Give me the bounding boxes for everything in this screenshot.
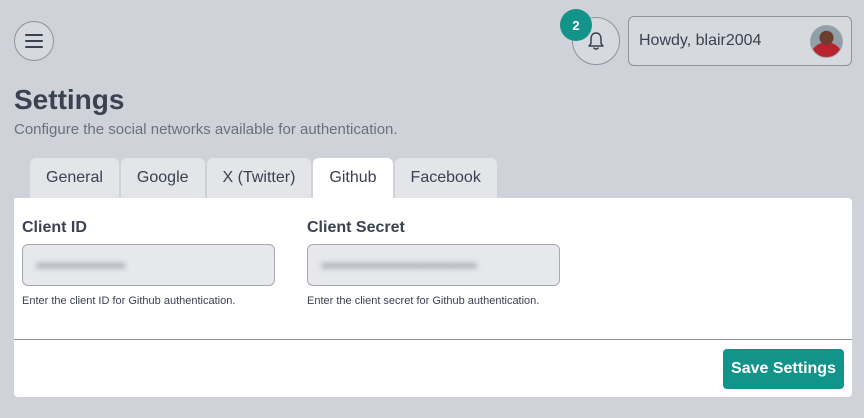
user-menu[interactable]: Howdy, blair2004 bbox=[628, 16, 852, 66]
client-id-input[interactable]: •••••••••••••••• bbox=[22, 244, 275, 286]
client-secret-input[interactable]: •••••••••••••••••••••••••••• bbox=[307, 244, 560, 286]
save-settings-button[interactable]: Save Settings bbox=[723, 349, 844, 389]
divider bbox=[14, 339, 852, 340]
user-greeting: Howdy, blair2004 bbox=[639, 32, 762, 49]
notification-count-badge: 2 bbox=[560, 9, 592, 41]
client-id-value: •••••••••••••••• bbox=[37, 257, 126, 273]
bell-icon bbox=[588, 32, 604, 50]
tab-general[interactable]: General bbox=[30, 158, 119, 198]
client-id-help: Enter the client ID for Github authentic… bbox=[22, 295, 236, 307]
client-secret-label: Client Secret bbox=[307, 219, 405, 236]
avatar bbox=[810, 24, 843, 58]
client-secret-field-group: Client Secret ••••••••••••••••••••••••••… bbox=[307, 219, 560, 307]
page-title: Settings bbox=[14, 84, 125, 115]
page-subtitle: Configure the social networks available … bbox=[14, 121, 398, 138]
tab-github[interactable]: Github bbox=[313, 158, 393, 198]
settings-panel: Client ID •••••••••••••••• Enter the cli… bbox=[14, 198, 852, 397]
client-secret-value: •••••••••••••••••••••••••••• bbox=[322, 257, 478, 273]
tab-facebook[interactable]: Facebook bbox=[394, 158, 497, 198]
tab-google[interactable]: Google bbox=[120, 158, 205, 198]
menu-button[interactable] bbox=[14, 21, 54, 61]
client-secret-help: Enter the client secret for Github authe… bbox=[307, 295, 540, 307]
tab-x-twitter[interactable]: X (Twitter) bbox=[206, 158, 312, 198]
client-id-label: Client ID bbox=[22, 219, 87, 236]
settings-tabs: General Google X (Twitter) Github Facebo… bbox=[30, 158, 497, 198]
client-id-field-group: Client ID •••••••••••••••• Enter the cli… bbox=[22, 219, 275, 307]
hamburger-menu-icon bbox=[25, 34, 43, 48]
